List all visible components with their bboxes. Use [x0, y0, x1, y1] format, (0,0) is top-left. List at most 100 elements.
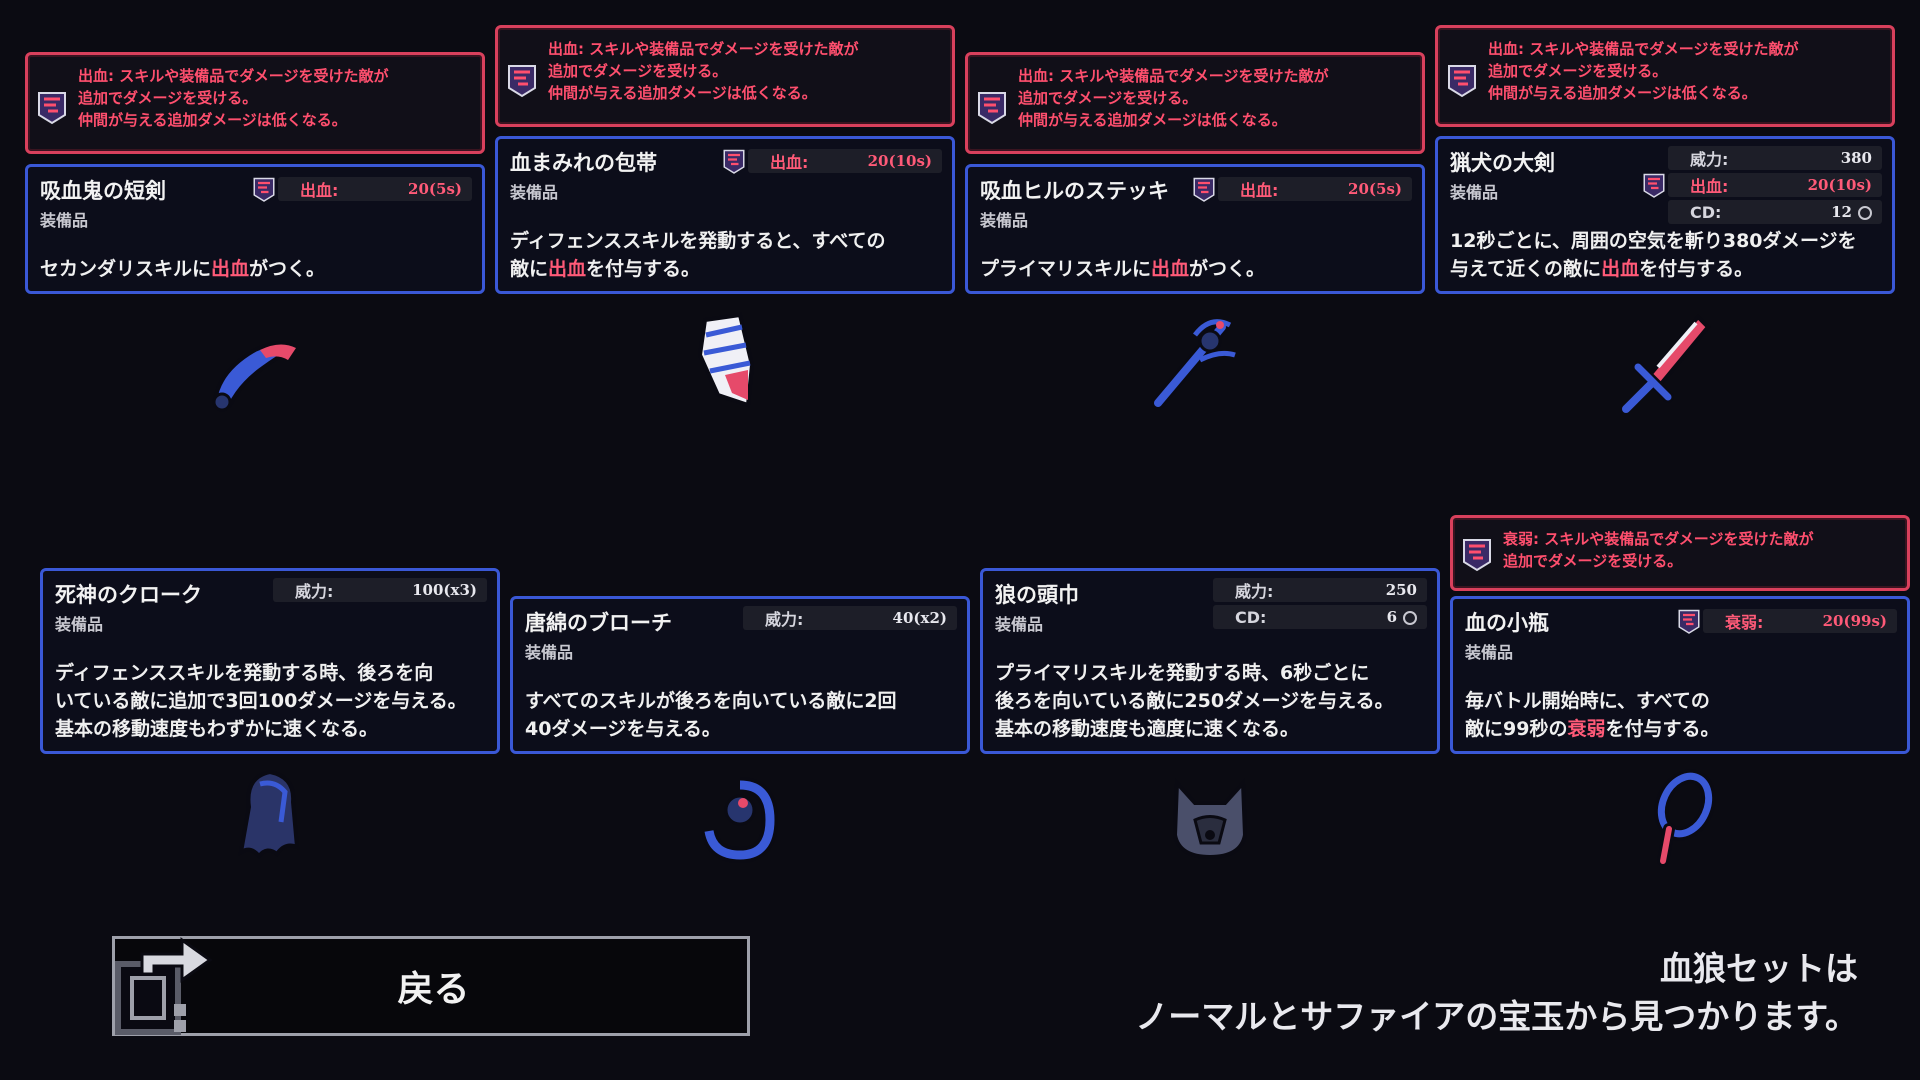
weaken-tooltip: 衰弱: スキルや装備品でダメージを受けた敵が 追加でダメージを受ける。: [1450, 515, 1910, 591]
desc-keyword: 出血: [548, 258, 587, 280]
bleed-tooltip: 出血: スキルや装備品でダメージを受けた敵が 追加でダメージを受ける。 仲間が与…: [1435, 25, 1895, 127]
stat-bleed: 出血: 20(10s): [1643, 173, 1882, 199]
item-card-hound-greatsword[interactable]: 猟犬の大剣 装備品 威力: 380 出血: 20(10s) CD: 12 12秒…: [1435, 136, 1895, 294]
item-type: 装備品: [510, 183, 559, 202]
item-card-vampire-dagger[interactable]: 吸血鬼の短剣 装備品 出血: 20(5s) セカンダリスキルに出血がつく。: [25, 164, 485, 294]
stat-value: 20(5s): [1348, 180, 1402, 198]
desc-text: ディフェンススキルを発動すると、すべての: [510, 230, 886, 252]
tooltip-line: 出血: スキルや装備品でダメージを受けた敵が: [1018, 67, 1329, 85]
desc-text: 敵に: [510, 258, 549, 280]
stat-label: 威力:: [1235, 582, 1274, 601]
desc-text: を付与する。: [1605, 718, 1720, 740]
bleed-tooltip: 出血: スキルや装備品でダメージを受けた敵が 追加でダメージを受ける。 仲間が与…: [495, 25, 955, 127]
bleed-tooltip: 出血: スキルや装備品でダメージを受けた敵が 追加でダメージを受ける。 仲間が与…: [965, 52, 1425, 154]
bleed-icon: [37, 91, 67, 125]
bleed-icon: [507, 64, 537, 98]
tooltip-line: 出血: スキルや装備品でダメージを受けた敵が: [548, 40, 859, 58]
stat-value: 40(x2): [892, 609, 947, 627]
tooltip-line: 仲間が与える追加ダメージは低くなる。: [78, 111, 347, 129]
desc-text: を付与する。: [1639, 258, 1754, 280]
cloak-icon[interactable]: [215, 762, 325, 872]
item-card-blood-vial[interactable]: 血の小瓶 装備品 衰弱: 20(99s) 毎バトル開始時に、すべての 敵に99秒…: [1450, 596, 1910, 754]
stat-power: 威力: 380: [1668, 146, 1882, 170]
stat-value: 380: [1840, 149, 1872, 167]
stat-value: 20(5s): [408, 180, 462, 198]
stat-bleed: 出血: 20(5s): [1193, 177, 1412, 203]
stat-bleed: 出血: 20(10s): [723, 149, 942, 175]
tooltip-line: 出血: スキルや装備品でダメージを受けた敵が: [1488, 40, 1799, 58]
staff-icon[interactable]: [1140, 305, 1250, 415]
note-line: 血狼セットは: [1660, 949, 1858, 988]
bleed-icon: [977, 91, 1007, 125]
tooltip-line: 仲間が与える追加ダメージは低くなる。: [1018, 111, 1287, 129]
bleed-icon: [1447, 64, 1477, 98]
desc-keyword: 衰弱: [1567, 718, 1606, 740]
item-description: セカンダリスキルに出血がつく。: [40, 255, 472, 283]
desc-text: ディフェンススキルを発動する時、後ろを向: [55, 662, 434, 684]
bleed-icon: [1193, 177, 1215, 203]
desc-text: を付与する。: [586, 258, 701, 280]
item-card-reaper-cloak[interactable]: 死神のクローク 装備品 威力: 100(x3) ディフェンススキルを発動する時、…: [40, 568, 500, 754]
stat-power: 威力: 100(x3): [273, 578, 487, 602]
stat-label: 出血:: [1690, 177, 1729, 196]
item-description: ディフェンススキルを発動する時、後ろを向 いている敵に追加で3回100ダメージを…: [55, 659, 487, 743]
vial-icon[interactable]: [1625, 765, 1735, 875]
tooltip-line: 衰弱: スキルや装備品でダメージを受けた敵が: [1503, 530, 1814, 548]
stat-cooldown: CD: 6: [1213, 605, 1427, 629]
tooltip-line: 出血: スキルや装備品でダメージを受けた敵が: [78, 67, 389, 85]
stat-power: 威力: 250: [1213, 578, 1427, 602]
drop-source-note: 血狼セットは ノーマルとサファイアの宝玉から見つかります。: [1135, 945, 1858, 1041]
stat-label: 出血:: [300, 181, 339, 200]
stat-label: CD:: [1690, 202, 1722, 222]
back-button-label: 戻る: [397, 969, 470, 1010]
item-description: プライマリスキルを発動する時、6秒ごとに 後ろを向いている敵に250ダメージを与…: [995, 659, 1427, 743]
item-type: 装備品: [55, 615, 104, 634]
desc-text: 基本の移動速度も適度に速くなる。: [995, 718, 1300, 740]
item-card-leech-staff[interactable]: 吸血ヒルのステッキ 装備品 出血: 20(5s) プライマリスキルに出血がつく。: [965, 164, 1425, 294]
bandage-icon[interactable]: [670, 305, 780, 415]
item-description: すべてのスキルが後ろを向いている敵に2回 40ダメージを与える。: [525, 687, 957, 743]
weaken-icon: [1462, 538, 1492, 572]
relic-set-screen: 出血: スキルや装備品でダメージを受けた敵が 追加でダメージを受ける。 仲間が与…: [0, 0, 1920, 1080]
item-card-cotton-brooch[interactable]: 唐綿のブローチ 装備品 威力: 40(x2) すべてのスキルが後ろを向いている敵…: [510, 596, 970, 754]
desc-text: 後ろを向いている敵に250ダメージを与える。: [995, 690, 1394, 712]
item-description: 毎バトル開始時に、すべての 敵に99秒の衰弱を付与する。: [1465, 687, 1897, 743]
stat-label: 威力:: [295, 582, 334, 601]
desc-text: 基本の移動速度もわずかに速くなる。: [55, 718, 379, 740]
stat-value: 12: [1831, 203, 1852, 221]
stat-label: 衰弱:: [1725, 613, 1764, 632]
desc-text: がつく。: [1189, 258, 1266, 280]
dagger-icon[interactable]: [200, 310, 310, 420]
brooch-icon[interactable]: [685, 765, 795, 875]
stat-label: 出血:: [770, 153, 809, 172]
tooltip-line: 追加でダメージを受ける。: [1488, 62, 1668, 80]
desc-keyword: 出血: [211, 258, 250, 280]
tooltip-line: 仲間が与える追加ダメージは低くなる。: [548, 84, 817, 102]
stat-weaken: 衰弱: 20(99s): [1678, 609, 1897, 635]
wolf-hood-icon[interactable]: [1155, 765, 1265, 875]
tooltip-line: 追加でダメージを受ける。: [548, 62, 728, 80]
desc-text: がつく。: [249, 258, 326, 280]
item-description: プライマリスキルに出血がつく。: [980, 255, 1412, 283]
stat-value: 20(99s): [1822, 612, 1887, 630]
bleed-icon: [723, 149, 745, 175]
greatsword-icon[interactable]: [1610, 305, 1720, 415]
item-card-wolf-hood[interactable]: 狼の頭巾 装備品 威力: 250 CD: 6 プライマリスキルを発動する時、6秒…: [980, 568, 1440, 754]
stat-bleed: 出血: 20(5s): [253, 177, 472, 203]
desc-text: プライマリスキルに: [980, 258, 1152, 280]
desc-text: 敵に99秒の: [1465, 718, 1568, 740]
stat-value: 20(10s): [1807, 176, 1872, 194]
tooltip-line: 追加でダメージを受ける。: [1503, 552, 1683, 570]
desc-text: 40ダメージを与える。: [525, 718, 721, 740]
item-card-bloody-bandage[interactable]: 血まみれの包帯 装備品 出血: 20(10s) ディフェンススキルを発動すると、…: [495, 136, 955, 294]
stat-power: 威力: 40(x2): [743, 606, 957, 630]
desc-keyword: 出血: [1151, 258, 1190, 280]
item-type: 装備品: [1465, 643, 1514, 662]
bleed-icon: [1643, 173, 1665, 199]
stat-value: 20(10s): [867, 152, 932, 170]
back-arrow-icon[interactable]: [112, 934, 217, 1039]
item-type: 装備品: [525, 643, 574, 662]
item-description: ディフェンススキルを発動すると、すべての 敵に出血を付与する。: [510, 227, 942, 283]
desc-text: いている敵に追加で3回100ダメージを与える。: [55, 690, 467, 712]
stat-label: 出血:: [1240, 181, 1279, 200]
